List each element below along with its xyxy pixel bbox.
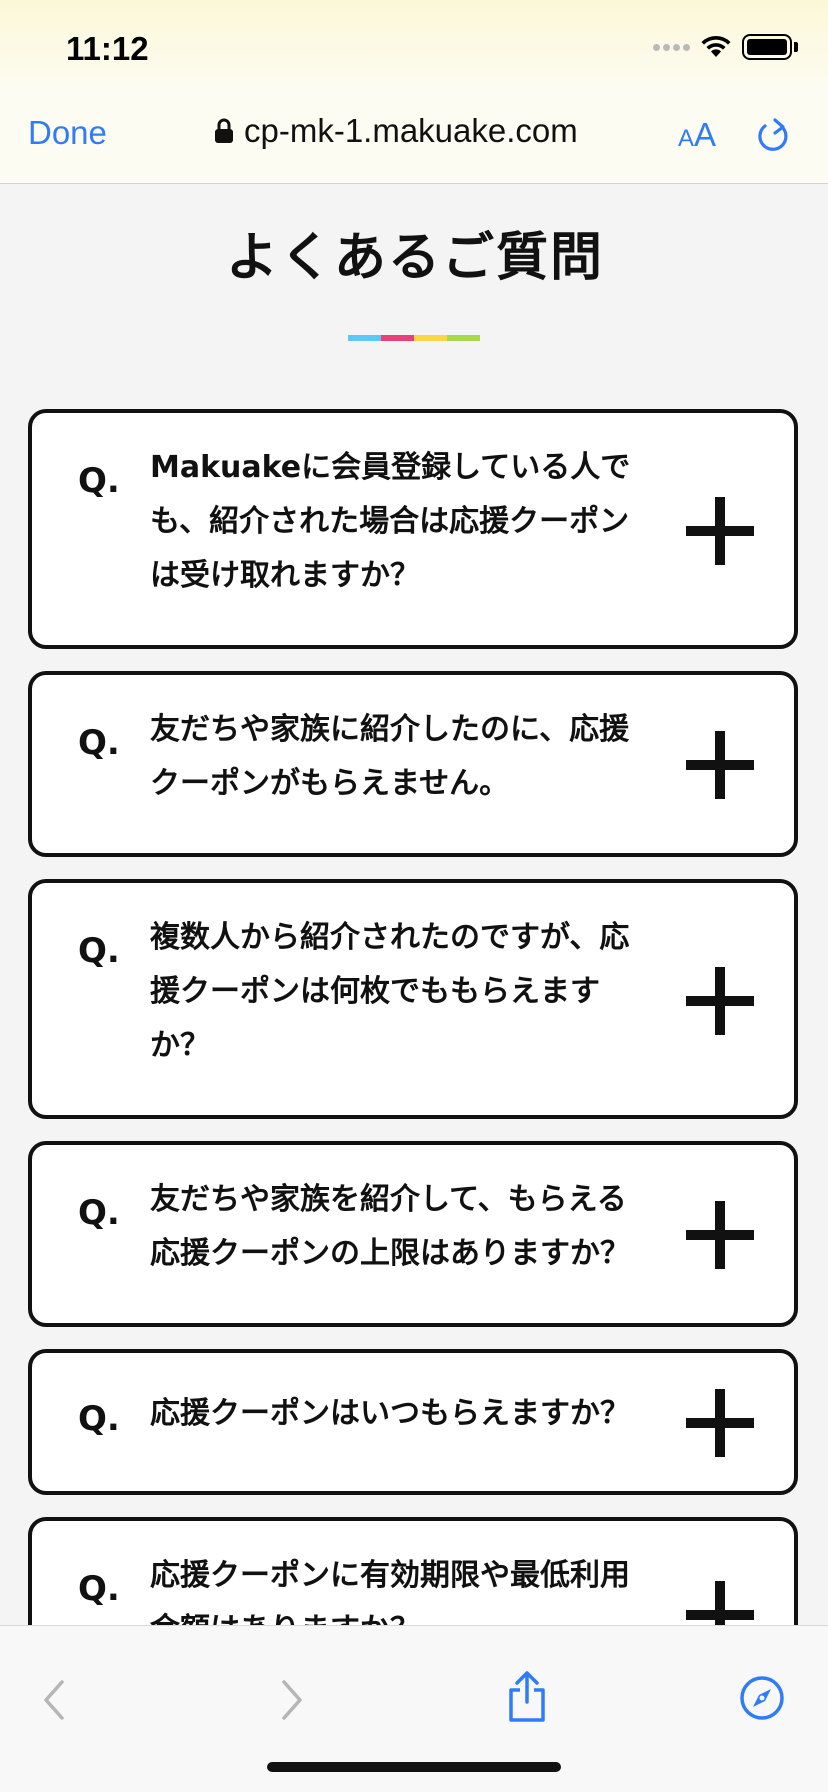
faq-question: 友だちや家族に紹介したのに、応援クーポンがもらえません。 xyxy=(150,712,630,801)
faq-question: 応援クーポンはいつもらえますか？ xyxy=(150,1396,630,1431)
expand-plus-icon[interactable] xyxy=(686,1389,754,1457)
reader-text-size-button[interactable]: A A xyxy=(678,116,716,154)
home-indicator[interactable] xyxy=(267,1762,561,1772)
faq-item[interactable]: Q. 応援クーポンはいつもらえますか？ xyxy=(28,1349,798,1495)
cellular-signal-icon xyxy=(653,43,690,51)
faq-q-marker: Q. xyxy=(78,461,120,501)
share-button[interactable] xyxy=(505,1670,549,1727)
expand-plus-icon[interactable] xyxy=(686,731,754,799)
forward-button[interactable] xyxy=(278,1678,306,1725)
faq-question: Makuakeに会員登録している人でも、紹介された場合は応援クーポンは受け取れま… xyxy=(150,450,631,593)
bookmarks-compass-button[interactable] xyxy=(738,1674,786,1725)
expand-plus-icon[interactable] xyxy=(686,967,754,1035)
wifi-icon xyxy=(700,35,732,59)
lock-icon xyxy=(214,118,234,144)
status-bar: 11:12 xyxy=(0,0,828,92)
faq-item[interactable]: Q. 友だちや家族を紹介して、もらえる応援クーポンの上限はありますか？ xyxy=(28,1141,798,1327)
done-button[interactable]: Done xyxy=(28,114,107,152)
faq-question: 複数人から紹介されたのですが、応援クーポンは何枚でももらえますか？ xyxy=(150,920,630,1063)
faq-item[interactable]: Q. 友だちや家族に紹介したのに、応援クーポンがもらえません。 xyxy=(28,671,798,857)
back-button[interactable] xyxy=(40,1678,68,1725)
faq-item[interactable]: Q. 複数人から紹介されたのですが、応援クーポンは何枚でももらえますか？ xyxy=(28,879,798,1119)
battery-icon xyxy=(742,34,798,60)
chevron-right-icon xyxy=(282,1680,302,1720)
screen: 11:12 Done cp-mk-1.makuake.com A A よくあるご… xyxy=(0,0,828,1792)
expand-plus-icon[interactable] xyxy=(686,1201,754,1269)
status-indicators xyxy=(653,34,798,60)
underline-segment-blue xyxy=(348,335,381,341)
chevron-left-icon xyxy=(44,1680,64,1720)
faq-q-marker: Q. xyxy=(78,723,120,763)
underline-segment-green xyxy=(447,335,480,341)
aa-big-glyph: A xyxy=(694,116,717,153)
faq-q-marker: Q. xyxy=(78,931,120,971)
expand-plus-icon[interactable] xyxy=(686,497,754,565)
browser-address-bar: Done cp-mk-1.makuake.com A A xyxy=(0,92,828,184)
url-display[interactable]: cp-mk-1.makuake.com xyxy=(214,112,578,150)
faq-q-marker: Q. xyxy=(78,1193,120,1233)
web-content: よくあるご質問 Q. Makuakeに会員登録している人でも、紹介された場合は応… xyxy=(12,185,818,1625)
reload-icon[interactable] xyxy=(756,116,792,160)
faq-item[interactable]: Q. Makuakeに会員登録している人でも、紹介された場合は応援クーポンは受け… xyxy=(28,409,798,649)
expand-plus-icon[interactable] xyxy=(686,1581,754,1625)
faq-question: 応援クーポンに有効期限や最低利用金額はありますか？ xyxy=(150,1558,630,1625)
aa-small-glyph: A xyxy=(678,125,695,152)
compass-icon xyxy=(740,1676,784,1720)
title-underline xyxy=(348,335,480,341)
faq-q-marker: Q. xyxy=(78,1399,120,1439)
underline-segment-yellow xyxy=(414,335,447,341)
url-text: cp-mk-1.makuake.com xyxy=(244,112,578,149)
underline-segment-pink xyxy=(381,335,414,341)
share-icon xyxy=(509,1671,545,1722)
faq-question: 友だちや家族を紹介して、もらえる応援クーポンの上限はありますか？ xyxy=(150,1182,630,1271)
status-time: 11:12 xyxy=(66,30,149,67)
faq-q-marker: Q. xyxy=(78,1569,120,1609)
page-title: よくあるご質問 xyxy=(225,228,604,288)
faq-item[interactable]: Q. 応援クーポンに有効期限や最低利用金額はありますか？ xyxy=(28,1517,798,1625)
